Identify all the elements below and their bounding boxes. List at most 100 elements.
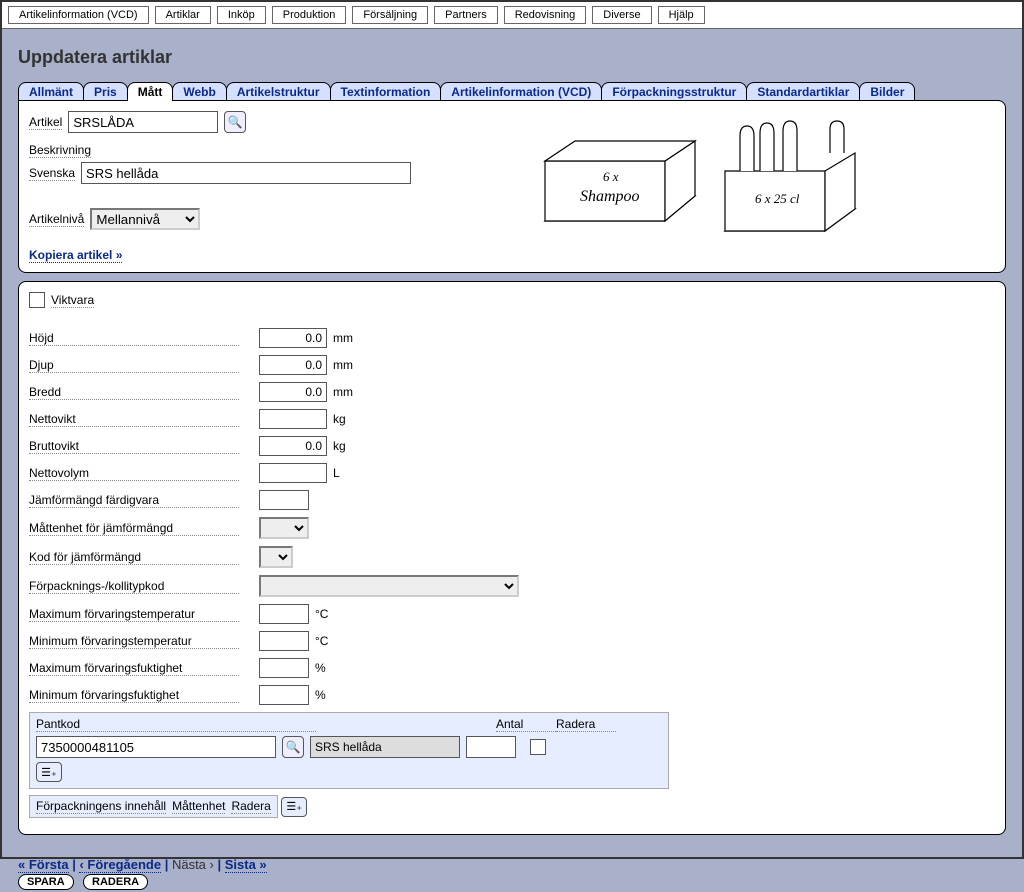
forpackning-add-row-button[interactable]: ☰₊ [281,797,307,817]
pantkod-desc-field [310,736,460,758]
svenska-label: Svenska [29,166,75,181]
field-label: Minimum förvaringsfuktighet [29,688,239,703]
field-input[interactable] [259,328,327,348]
field-input[interactable] [259,490,309,510]
tab-bilder[interactable]: Bilder [859,82,915,101]
artikelniva-select[interactable]: Mellannivå [90,208,200,230]
box-text-1: 6 x [603,169,619,184]
field-label: Maximum förvaringstemperatur [29,607,239,622]
tab-artikelstruktur[interactable]: Artikelstruktur [226,82,331,101]
nav-sep: | [165,857,172,872]
pack-text: 6 x 25 cl [755,191,800,206]
artikel-label: Artikel [29,115,62,130]
save-button[interactable]: SPARA [18,874,74,890]
top-menu-bar: Artikelinformation (VCD) Artiklar Inköp … [2,2,1022,29]
field-select[interactable] [259,517,309,539]
field-label: Maximum förvaringsfuktighet [29,661,239,676]
field-unit: kg [333,412,346,426]
tab-matt[interactable]: Mått [127,82,174,101]
tab-textinformation[interactable]: Textinformation [330,82,442,101]
inner-col1: Förpackningens innehåll [36,799,166,814]
field-select[interactable] [259,546,293,568]
field-label: Bredd [29,385,239,400]
pantkod-add-row-button[interactable]: ☰₊ [36,762,62,782]
pantkod-antal-input[interactable] [466,736,516,758]
field-select[interactable] [259,575,519,597]
measurements-panel: Viktvara HöjdmmDjupmmBreddmmNettoviktkgB… [18,281,1006,835]
menu-artikelinformation-vcd[interactable]: Artikelinformation (VCD) [8,6,149,24]
page-title: Uppdatera artiklar [18,47,1006,68]
pantkod-lookup-button[interactable]: 🔍 [282,736,304,758]
field-unit: kg [333,439,346,453]
field-input[interactable] [259,604,309,624]
field-input[interactable] [259,409,327,429]
field-label: Jämförmängd färdigvara [29,493,239,508]
field-label: Måttenhet för jämförmängd [29,521,239,536]
menu-partners[interactable]: Partners [434,6,498,24]
tab-forpackningsstruktur[interactable]: Förpackningsstruktur [601,82,747,101]
nav-next: Nästa › [172,857,214,872]
inner-col2: Måttenhet [172,799,225,814]
field-input[interactable] [259,355,327,375]
field-unit: % [315,688,326,702]
field-unit: mm [333,358,353,372]
nav-last[interactable]: Sista » [225,857,267,873]
inner-col3: Radera [231,799,270,814]
antal-header: Antal [496,717,556,732]
menu-redovisning[interactable]: Redovisning [504,6,587,24]
field-unit: °C [315,634,328,648]
field-input[interactable] [259,658,309,678]
nav-first[interactable]: « Första [18,857,69,873]
field-label: Bruttovikt [29,439,239,454]
tab-allmant[interactable]: Allmänt [18,82,84,101]
beskrivning-label: Beskrivning [29,143,91,158]
menu-forsaljning[interactable]: Försäljning [352,6,428,24]
tab-pris[interactable]: Pris [83,82,128,101]
field-input[interactable] [259,463,327,483]
tab-bar: Allmänt Pris Mått Webb Artikelstruktur T… [18,82,1006,101]
article-header-panel: Artikel 🔍 Beskrivning Svenska Artikelniv… [18,100,1006,273]
radera-header: Radera [556,717,616,732]
delete-button[interactable]: RADERA [83,874,148,890]
menu-artiklar[interactable]: Artiklar [155,6,211,24]
field-label: Nettovikt [29,412,239,427]
field-input[interactable] [259,382,327,402]
artikelniva-label: Artikelnivå [29,212,84,227]
field-unit: mm [333,385,353,399]
search-icon: 🔍 [228,115,243,129]
viktvara-checkbox[interactable] [29,292,45,308]
menu-inkop[interactable]: Inköp [217,6,266,24]
menu-hjalp[interactable]: Hjälp [658,6,705,24]
tab-artikelinformation-vcd[interactable]: Artikelinformation (VCD) [440,82,602,101]
field-unit: °C [315,607,328,621]
field-label: Kod för jämförmängd [29,550,239,565]
field-unit: % [315,661,326,675]
field-label: Minimum förvaringstemperatur [29,634,239,649]
pagination-nav: « Första | ‹ Föregående | Nästa › | Sist… [2,857,1022,872]
pantkod-radera-checkbox[interactable] [530,739,546,755]
menu-produktion[interactable]: Produktion [272,6,347,24]
svenska-input[interactable] [81,162,411,184]
artikel-input[interactable] [68,111,218,133]
menu-diverse[interactable]: Diverse [592,6,651,24]
search-icon: 🔍 [286,740,301,754]
field-input[interactable] [259,436,327,456]
pantkod-code-input[interactable] [36,736,276,758]
add-row-icon: ☰₊ [41,766,57,779]
tab-standardartiklar[interactable]: Standardartiklar [746,82,860,101]
field-input[interactable] [259,685,309,705]
packaging-illustration: 6 x Shampoo 6 x 25 cl [525,111,865,261]
tab-webb[interactable]: Webb [172,82,226,101]
viktvara-label: Viktvara [51,293,94,308]
field-input[interactable] [259,631,309,651]
nav-prev[interactable]: ‹ Föregående [79,857,161,873]
artikel-lookup-button[interactable]: 🔍 [224,111,246,133]
field-label: Förpacknings-/kollitypkod [29,579,239,594]
kopiera-artikel-link[interactable]: Kopiera artikel » [29,248,122,263]
nav-sep: | [217,857,224,872]
field-label: Höjd [29,331,239,346]
add-row-icon: ☰₊ [286,800,302,813]
field-unit: mm [333,331,353,345]
field-label: Nettovolym [29,466,239,481]
pantkod-block: Pantkod Antal Radera 🔍 ☰₊ [29,712,669,789]
